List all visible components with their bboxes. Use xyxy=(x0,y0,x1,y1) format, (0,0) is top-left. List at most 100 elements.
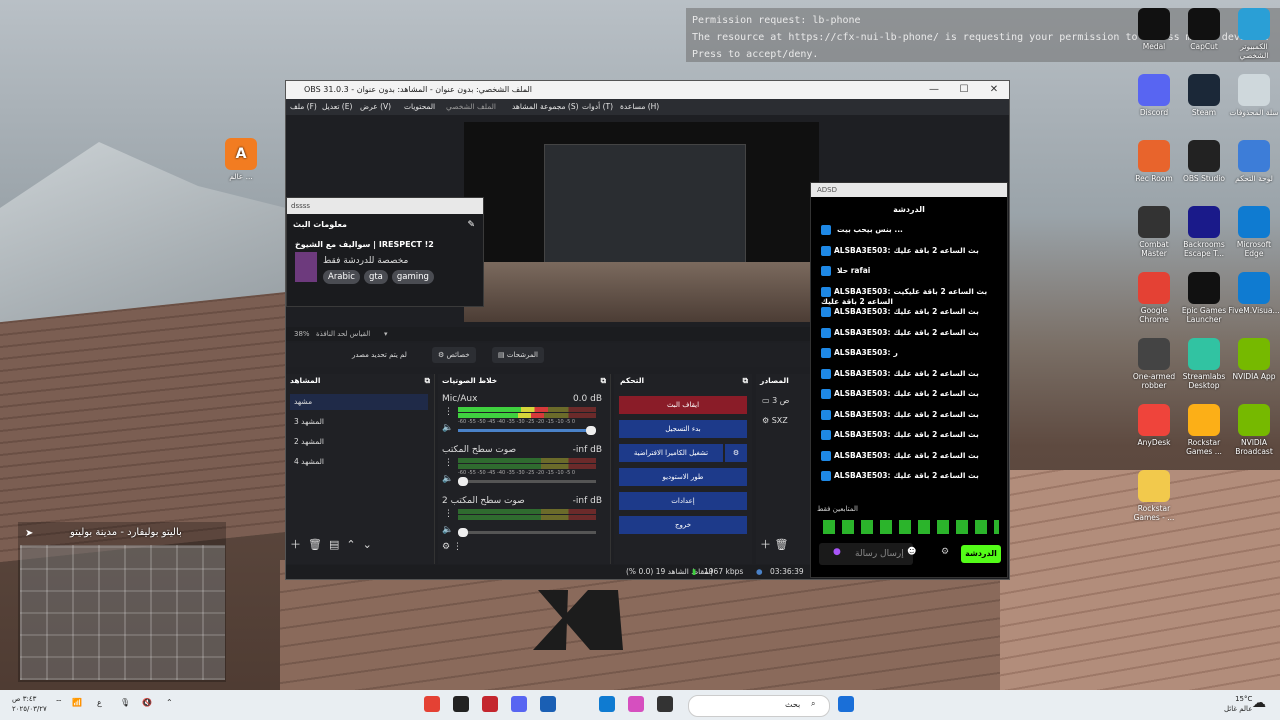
dock-float-icon[interactable]: ⧉ xyxy=(601,374,606,388)
menu-scene-collection[interactable]: مجموعة المشاهد (S) xyxy=(512,99,579,115)
volume-slider[interactable] xyxy=(458,477,596,486)
gear-icon[interactable]: ⚙ xyxy=(941,547,949,557)
start-recording-button[interactable]: بدء التسجيل xyxy=(619,420,747,438)
dock-float-icon[interactable]: ⧉ xyxy=(425,374,430,388)
language-icon[interactable]: ع xyxy=(97,698,102,707)
discord-icon[interactable] xyxy=(511,696,527,712)
edge-icon[interactable] xyxy=(599,696,615,712)
chat-username[interactable]: ALSBA3E503: xyxy=(834,287,891,296)
speaker-icon[interactable]: 🔈 xyxy=(442,474,453,484)
chat-username[interactable]: ALSBA3E503: xyxy=(834,430,891,439)
volume-slider[interactable] xyxy=(458,528,596,537)
desktop-icon[interactable]: لوحة التحكم xyxy=(1228,140,1280,183)
more-icon[interactable]: ⋮ xyxy=(444,509,453,519)
speaker-icon[interactable]: 🔈 xyxy=(442,423,453,433)
menu-file[interactable]: ملف (F) xyxy=(290,99,317,115)
desktop-icon[interactable]: Rockstar Games - ... xyxy=(1128,470,1180,522)
desktop-icon[interactable]: Steam xyxy=(1178,74,1230,117)
desktop-icon[interactable]: Epic Games Launcher xyxy=(1178,272,1230,324)
desktop-icon[interactable]: Combat Master xyxy=(1128,206,1180,258)
menu-profile[interactable]: الملف الشخصي xyxy=(446,99,496,115)
desktop-icon[interactable]: FiveM.Visua... xyxy=(1228,272,1280,315)
tag[interactable]: gta xyxy=(363,270,388,284)
mic-icon[interactable]: 🎙 xyxy=(120,698,130,707)
emote-bar[interactable] xyxy=(823,520,999,534)
desktop-icon[interactable]: CapCut xyxy=(1178,8,1230,51)
chat-send-button[interactable]: الدردشة xyxy=(961,545,1001,563)
emoji-icon[interactable]: ☻ xyxy=(907,547,916,557)
volume-knob[interactable] xyxy=(458,477,468,486)
speaker-icon[interactable]: 🔈 xyxy=(442,525,453,535)
dock-float-icon[interactable]: ⧉ xyxy=(743,374,748,388)
more-icon[interactable]: ⋮ xyxy=(444,407,453,417)
close-button[interactable]: ✕ xyxy=(979,81,1009,99)
speaker-mute-icon[interactable]: 🔇 xyxy=(142,698,152,707)
more-icon[interactable]: ⋮ xyxy=(444,458,453,468)
obs-icon[interactable] xyxy=(453,696,469,712)
desktop-icon[interactable]: Backrooms Escape T... xyxy=(1178,206,1230,258)
volume-knob[interactable] xyxy=(458,528,468,537)
wifi-icon[interactable]: ⌔ xyxy=(55,698,63,708)
desktop-icon[interactable]: One-armed robber xyxy=(1128,338,1180,390)
desktop-icon[interactable]: OBS Studio xyxy=(1178,140,1230,183)
chat-username[interactable]: ALSBA3E503: xyxy=(834,369,891,378)
add-icon[interactable]: ＋ xyxy=(760,538,771,551)
desktop-icon[interactable]: Google Chrome xyxy=(1128,272,1180,324)
tag[interactable]: gaming xyxy=(391,270,434,284)
weather-widget[interactable]: 15°C عالم غائل xyxy=(1224,694,1252,714)
exit-button[interactable]: خروج xyxy=(619,516,747,534)
store-icon[interactable] xyxy=(540,696,556,712)
desktop-app-icon[interactable]: A عالم ... xyxy=(215,138,267,181)
gear-icon[interactable]: ⚙ xyxy=(725,444,747,462)
windows-start-icon[interactable] xyxy=(838,696,854,712)
maximize-button[interactable]: ☐ xyxy=(949,81,979,99)
network-icon[interactable]: 📶 xyxy=(72,698,82,707)
filters-button[interactable]: ▤ المرشحات xyxy=(492,347,544,363)
menu-edit[interactable]: تعديل (E) xyxy=(322,99,352,115)
chat-username[interactable]: ALSBA3E503: xyxy=(834,410,891,419)
desktop-icon[interactable]: Rockstar Games ... xyxy=(1178,404,1230,456)
terminal-icon[interactable] xyxy=(657,696,673,712)
menu-tools[interactable]: أدوات (T) xyxy=(582,99,613,115)
chat-username[interactable]: ALSBA3E503: xyxy=(834,307,891,316)
desktop-icon[interactable]: AnyDesk xyxy=(1128,404,1180,447)
scene-item[interactable]: المشهد 4 xyxy=(290,454,428,470)
chat-username[interactable]: ALSBA3E503: xyxy=(834,348,891,357)
trash-icon[interactable]: 🗑 xyxy=(775,538,789,551)
chevron-down-icon[interactable]: ▾ xyxy=(384,327,388,341)
zoom-level[interactable]: 38% xyxy=(294,327,310,341)
desktop-icon[interactable]: الكمبيوتر الشخصي xyxy=(1228,8,1280,60)
copilot-icon[interactable] xyxy=(628,696,644,712)
chat-username[interactable]: ALSBA3E503: xyxy=(834,328,891,337)
desktop-icon[interactable]: Microsoft Edge xyxy=(1228,206,1280,258)
studio-mode-button[interactable]: طور الاستوديو xyxy=(619,468,747,486)
virtual-camera-button[interactable]: تشغيل الكاميرا الافتراضية xyxy=(619,444,723,462)
mic-icon[interactable]: ● xyxy=(833,547,841,557)
chat-username[interactable]: ALSBA3E503: xyxy=(834,451,891,460)
scene-item[interactable]: مشهد xyxy=(290,394,428,410)
acrobat-icon[interactable] xyxy=(482,696,498,712)
volume-knob[interactable] xyxy=(586,426,596,435)
desktop-icon[interactable]: Streamlabs Desktop xyxy=(1178,338,1230,390)
tag[interactable]: Arabic xyxy=(323,270,360,284)
menu-docks[interactable]: المحتويات xyxy=(404,99,435,115)
chat-username[interactable]: ALSBA3E503: xyxy=(834,389,891,398)
scene-item[interactable]: المشهد 3 xyxy=(290,414,428,430)
chat-input[interactable]: ● إرسال رسالة xyxy=(819,543,913,565)
clock[interactable]: ٣:٤٣ ص ٢٠٢٥/٠٣/٢٧ xyxy=(12,694,47,714)
chevron-up-icon[interactable]: ⌃ xyxy=(166,698,173,707)
search-box[interactable]: بحث ⌕ xyxy=(688,695,830,717)
trash-icon[interactable]: 🗑 xyxy=(308,538,322,551)
desktop-icon[interactable]: Rec Room xyxy=(1128,140,1180,183)
volume-slider[interactable] xyxy=(458,426,596,435)
chat-username[interactable]: ALSBA3E503: xyxy=(834,471,891,480)
desktop-icon[interactable]: Discord xyxy=(1128,74,1180,117)
minimize-button[interactable]: — xyxy=(919,81,949,99)
stop-stream-button[interactable]: ايقاف البث xyxy=(619,396,747,414)
source-item[interactable]: ⚙ SXZ xyxy=(762,416,788,425)
scene-item[interactable]: المشهد 2 xyxy=(290,434,428,450)
more-icon[interactable]: ⋮ xyxy=(453,542,462,552)
properties-button[interactable]: ⚙ خصائص xyxy=(432,347,476,363)
desktop-icon[interactable]: NVIDIA Broadcast xyxy=(1228,404,1280,456)
chrome-icon[interactable] xyxy=(424,696,440,712)
